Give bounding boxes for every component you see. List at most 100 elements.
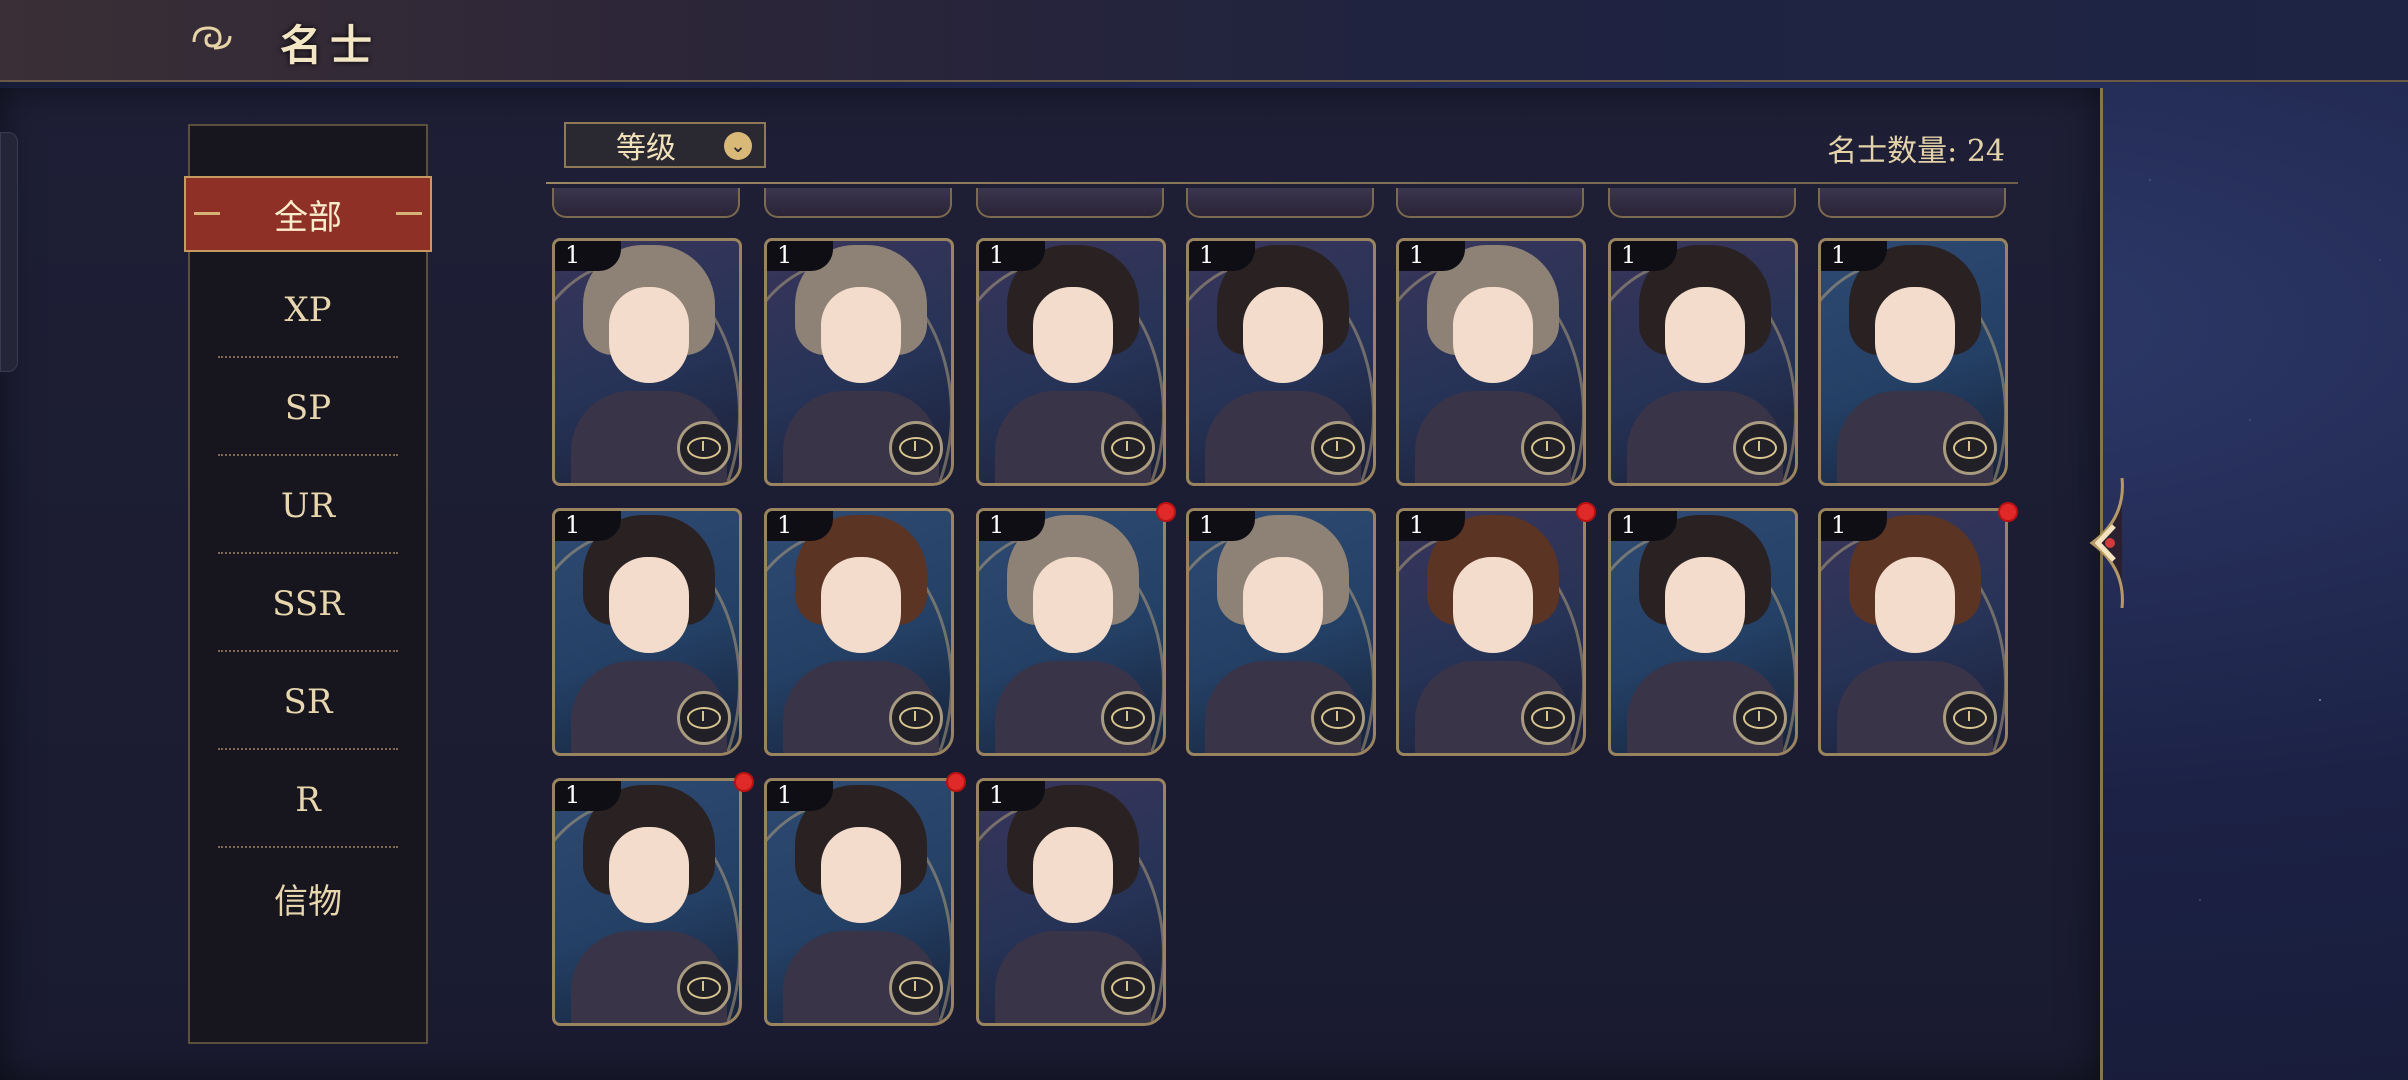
sidebar-item-label: 信物: [274, 881, 342, 922]
portrait-face: [1033, 287, 1113, 383]
compass-icon: [677, 421, 731, 475]
notification-dot: [1998, 502, 2018, 522]
portrait-face: [1033, 557, 1113, 653]
sort-dropdown[interactable]: 等级 ⌄: [564, 122, 766, 168]
compass-icon: [1101, 691, 1155, 745]
compass-icon: [677, 691, 731, 745]
hero-card[interactable]: 1: [552, 238, 742, 486]
compass-icon: [1311, 691, 1365, 745]
sidebar-item-sr[interactable]: SR: [190, 654, 426, 750]
hero-card[interactable]: 1: [764, 508, 954, 756]
portrait-face: [1033, 827, 1113, 923]
hero-card[interactable]: 1: [976, 508, 1166, 756]
divider: [218, 748, 398, 750]
divider: [546, 182, 2018, 184]
divider: [218, 552, 398, 554]
hero-card[interactable]: 1: [1186, 238, 1376, 486]
hero-card[interactable]: 1: [552, 778, 742, 1026]
divider: [218, 356, 398, 358]
divider: [218, 454, 398, 456]
hero-card[interactable]: 1: [764, 238, 954, 486]
category-sidebar: 全部 XP SP UR SSR SR R 信物: [184, 124, 432, 1044]
portrait-face: [1243, 557, 1323, 653]
sidebar-item-all[interactable]: 全部: [184, 176, 432, 252]
sidebar-item-tokens[interactable]: 信物: [190, 850, 426, 946]
sidebar-item-label: R: [295, 780, 321, 820]
compass-icon: [1101, 421, 1155, 475]
portrait-face: [821, 287, 901, 383]
hero-card[interactable]: 1: [1186, 508, 1376, 756]
notification-dot: [1156, 502, 1176, 522]
level-tag: 1: [767, 511, 833, 541]
compass-icon: [1943, 421, 1997, 475]
card-partial[interactable]: [1818, 188, 2006, 218]
left-edge-tab[interactable]: [0, 132, 18, 372]
level-tag: 1: [1189, 511, 1255, 541]
level-tag: 1: [1821, 241, 1887, 271]
notification-dot: [734, 772, 754, 792]
level-tag: 1: [1611, 511, 1677, 541]
level-tag: 1: [767, 781, 833, 811]
hero-count: 名士数量: 24: [1827, 134, 2005, 169]
level-tag: 1: [1189, 241, 1255, 271]
page-title: 名士: [280, 21, 381, 70]
divider: [218, 846, 398, 848]
card-partial[interactable]: [1186, 188, 1374, 218]
hero-card[interactable]: 1: [1608, 238, 1798, 486]
compass-icon: [1943, 691, 1997, 745]
card-partial[interactable]: [1396, 188, 1584, 218]
sort-label: 等级: [616, 131, 676, 166]
compass-icon: [677, 961, 731, 1015]
sidebar-item-ur[interactable]: UR: [190, 458, 426, 554]
portrait-face: [1875, 557, 1955, 653]
hero-card[interactable]: 1: [1608, 508, 1798, 756]
level-tag: 1: [979, 511, 1045, 541]
compass-icon: [889, 421, 943, 475]
compass-icon: [1101, 961, 1155, 1015]
hero-card[interactable]: 1: [976, 778, 1166, 1026]
portrait-face: [1453, 557, 1533, 653]
hero-card[interactable]: 1: [764, 778, 954, 1026]
level-tag: 1: [1399, 241, 1465, 271]
sidebar-item-label: XP: [284, 290, 332, 330]
compass-icon: [1733, 421, 1787, 475]
hero-card[interactable]: 1: [1818, 508, 2008, 756]
sidebar-item-label: SR: [283, 682, 333, 722]
compass-icon: [889, 961, 943, 1015]
hero-card[interactable]: 1: [1396, 238, 1586, 486]
collapse-arrow-icon[interactable]: [2082, 478, 2130, 608]
compass-icon: [1311, 421, 1365, 475]
cloud-swirl-icon: [192, 26, 232, 50]
sidebar-item-r[interactable]: R: [190, 752, 426, 848]
card-partial[interactable]: [1608, 188, 1796, 218]
notification-dot: [1576, 502, 1596, 522]
sidebar-item-sp[interactable]: SP: [190, 360, 426, 456]
portrait-face: [1453, 287, 1533, 383]
hero-card[interactable]: 1: [552, 508, 742, 756]
portrait-face: [609, 557, 689, 653]
compass-icon: [1521, 691, 1575, 745]
sidebar-item-ssr[interactable]: SSR: [190, 556, 426, 652]
portrait-face: [1665, 557, 1745, 653]
hero-card[interactable]: 1: [1396, 508, 1586, 756]
hero-card[interactable]: 1: [1818, 238, 2008, 486]
portrait-face: [821, 827, 901, 923]
sidebar-item-label: SP: [284, 388, 332, 428]
level-tag: 1: [1399, 511, 1465, 541]
portrait-face: [1243, 287, 1323, 383]
sidebar-item-xp[interactable]: XP: [190, 262, 426, 358]
sidebar-item-label: UR: [280, 486, 336, 526]
compass-icon: [889, 691, 943, 745]
portrait-face: [1875, 287, 1955, 383]
card-partial[interactable]: [764, 188, 952, 218]
hero-card[interactable]: 1: [976, 238, 1166, 486]
sidebar-item-label: SSR: [272, 584, 344, 624]
card-partial[interactable]: [976, 188, 1164, 218]
level-tag: 1: [555, 241, 621, 271]
card-partial[interactable]: [552, 188, 740, 218]
notification-dot: [946, 772, 966, 792]
divider: [218, 650, 398, 652]
portrait-face: [609, 287, 689, 383]
level-tag: 1: [555, 781, 621, 811]
level-tag: 1: [767, 241, 833, 271]
